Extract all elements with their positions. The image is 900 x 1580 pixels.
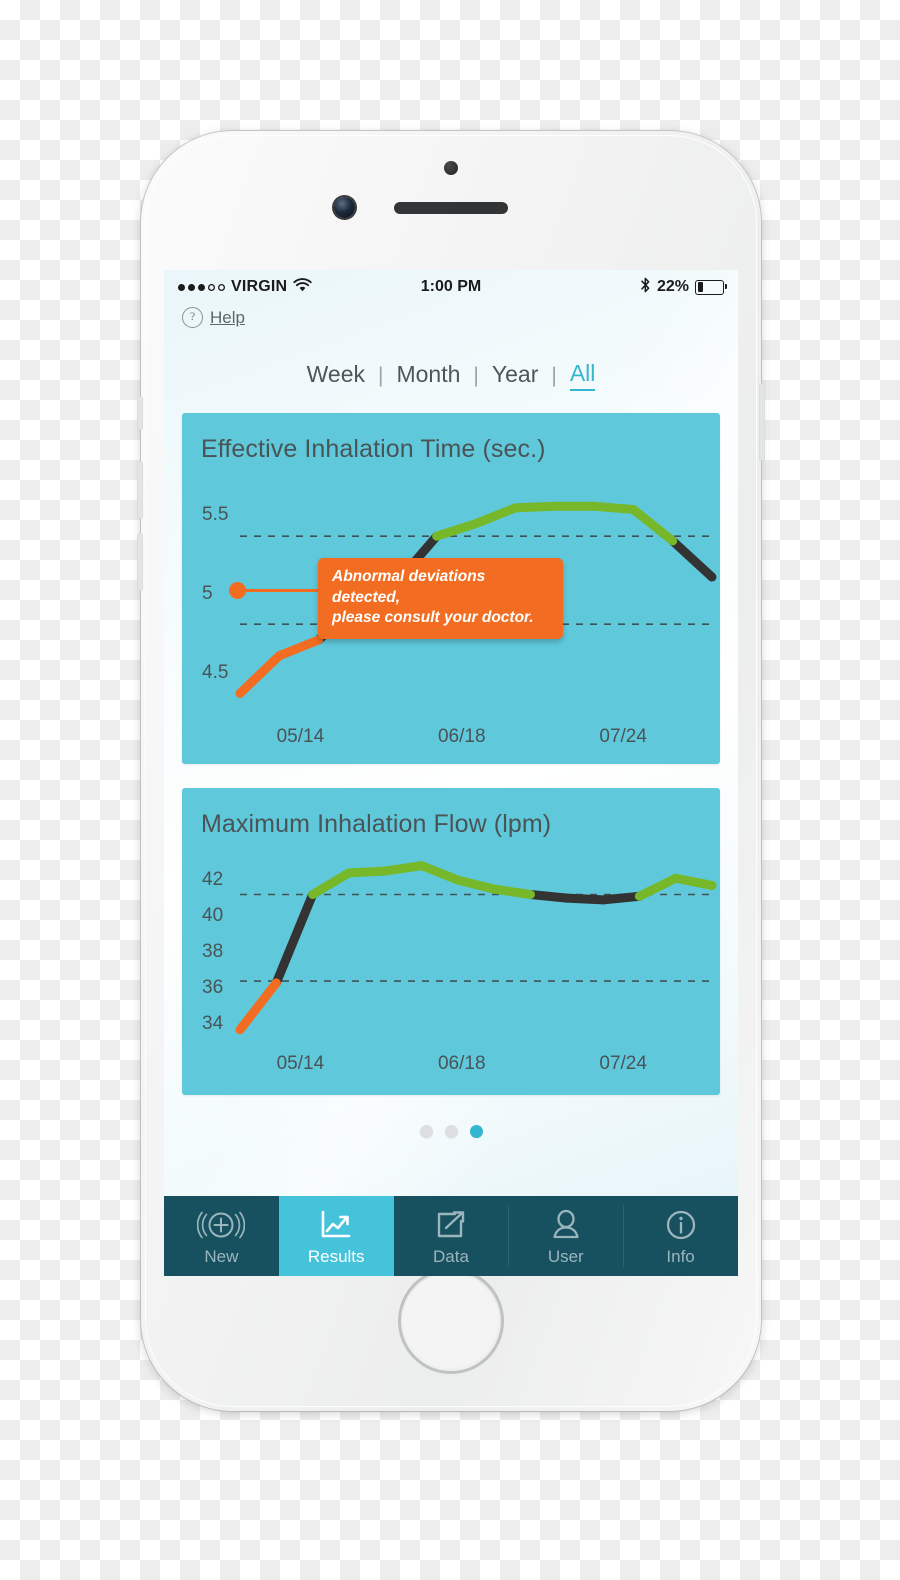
x-axis-label: 07/24 bbox=[599, 1053, 647, 1074]
battery-icon bbox=[695, 279, 727, 295]
charts-container: Effective Inhalation Time (sec.) 5.5 5 4… bbox=[164, 413, 738, 1095]
range-tab-week[interactable]: Week bbox=[307, 361, 365, 390]
x-axis-label: 07/24 bbox=[599, 726, 647, 747]
add-circle-icon bbox=[197, 1206, 246, 1244]
line-chart-icon bbox=[319, 1206, 353, 1244]
x-axis-label: 05/14 bbox=[276, 1053, 325, 1074]
front-camera-icon bbox=[334, 197, 355, 218]
range-tab-month[interactable]: Month bbox=[396, 361, 460, 390]
share-export-icon bbox=[434, 1206, 468, 1244]
status-bar: VIRGIN 1:00 PM 22% bbox=[164, 270, 738, 304]
bottom-tab-bar: New Results Data User Info bbox=[164, 1196, 738, 1276]
range-tab-all[interactable]: All bbox=[569, 360, 596, 391]
tab-label: Info bbox=[666, 1246, 695, 1266]
help-link[interactable]: ? Help bbox=[164, 304, 738, 328]
volume-up-button[interactable] bbox=[137, 461, 143, 519]
range-selector: Week | Month | Year | All bbox=[164, 360, 738, 391]
proximity-sensor-icon bbox=[444, 161, 458, 175]
range-separator: | bbox=[378, 363, 384, 387]
alert-tooltip-line1: Abnormal deviations detected, bbox=[332, 568, 486, 606]
tab-label: Results bbox=[307, 1246, 365, 1266]
chart-title: Maximum Inhalation Flow (lpm) bbox=[201, 810, 552, 838]
chart-title: Effective Inhalation Time (sec.) bbox=[201, 435, 546, 463]
tab-data[interactable]: Data bbox=[394, 1196, 509, 1276]
tab-results[interactable]: Results bbox=[278, 1196, 394, 1276]
y-axis-label: 5.5 bbox=[202, 504, 229, 526]
y-axis-label: 36 bbox=[202, 977, 224, 999]
y-axis-label: 4.5 bbox=[202, 661, 229, 683]
phone-device: VIRGIN 1:00 PM 22% ? Help Week | Month |… bbox=[137, 131, 765, 1411]
range-tab-year[interactable]: Year bbox=[492, 361, 538, 390]
phone-screen: VIRGIN 1:00 PM 22% ? Help Week | Month |… bbox=[164, 270, 738, 1276]
home-button[interactable] bbox=[401, 1271, 501, 1371]
chart-card-inhalation-flow[interactable]: Maximum Inhalation Flow (lpm) 42 40 38 3… bbox=[182, 788, 720, 1095]
x-axis-labels: 05/14 06/18 07/24 bbox=[182, 722, 720, 764]
y-axis-label: 42 bbox=[202, 869, 224, 891]
range-separator: | bbox=[473, 363, 479, 387]
chart-plot-area: 42 40 38 36 34 bbox=[182, 839, 720, 1053]
y-axis-label: 5 bbox=[202, 583, 213, 605]
earpiece-speaker bbox=[394, 202, 508, 214]
page-dot[interactable] bbox=[419, 1125, 433, 1138]
tab-label: Data bbox=[433, 1246, 469, 1266]
chart-card-inhalation-time[interactable]: Effective Inhalation Time (sec.) 5.5 5 4… bbox=[182, 413, 720, 764]
person-icon bbox=[551, 1206, 581, 1244]
x-axis-label: 06/18 bbox=[437, 726, 486, 747]
page-dot-active[interactable] bbox=[469, 1125, 483, 1138]
chart-plot-area: 5.5 5 4.5 Abnormal deviations detected, … bbox=[182, 464, 720, 722]
info-circle-icon bbox=[665, 1206, 697, 1244]
clock-label: 1:00 PM bbox=[420, 278, 482, 295]
range-separator: | bbox=[551, 363, 557, 387]
page-indicator bbox=[164, 1125, 738, 1138]
alert-tooltip-line2: please consult your doctor. bbox=[332, 609, 534, 627]
volume-down-button[interactable] bbox=[137, 533, 143, 591]
tab-new[interactable]: New bbox=[164, 1196, 279, 1276]
x-axis-label: 06/18 bbox=[437, 1053, 486, 1074]
alert-connector-line bbox=[242, 589, 322, 592]
x-axis-label: 05/14 bbox=[276, 726, 325, 747]
y-axis-label: 34 bbox=[202, 1013, 224, 1035]
tab-label: User bbox=[547, 1246, 584, 1266]
tab-user[interactable]: User bbox=[508, 1196, 623, 1276]
help-label: Help bbox=[210, 307, 245, 327]
silent-switch[interactable] bbox=[137, 396, 143, 430]
y-axis-label: 40 bbox=[202, 905, 224, 927]
chart-2-svg bbox=[235, 861, 717, 1035]
tab-label: New bbox=[204, 1246, 239, 1266]
power-button[interactable] bbox=[759, 383, 765, 461]
y-axis-label: 38 bbox=[202, 941, 224, 963]
x-axis-labels: 05/14 06/18 07/24 bbox=[182, 1053, 720, 1095]
tab-info[interactable]: Info bbox=[623, 1196, 738, 1276]
page-dot[interactable] bbox=[444, 1125, 458, 1138]
question-circle-icon: ? bbox=[182, 307, 203, 328]
alert-tooltip[interactable]: Abnormal deviations detected, please con… bbox=[318, 558, 563, 639]
